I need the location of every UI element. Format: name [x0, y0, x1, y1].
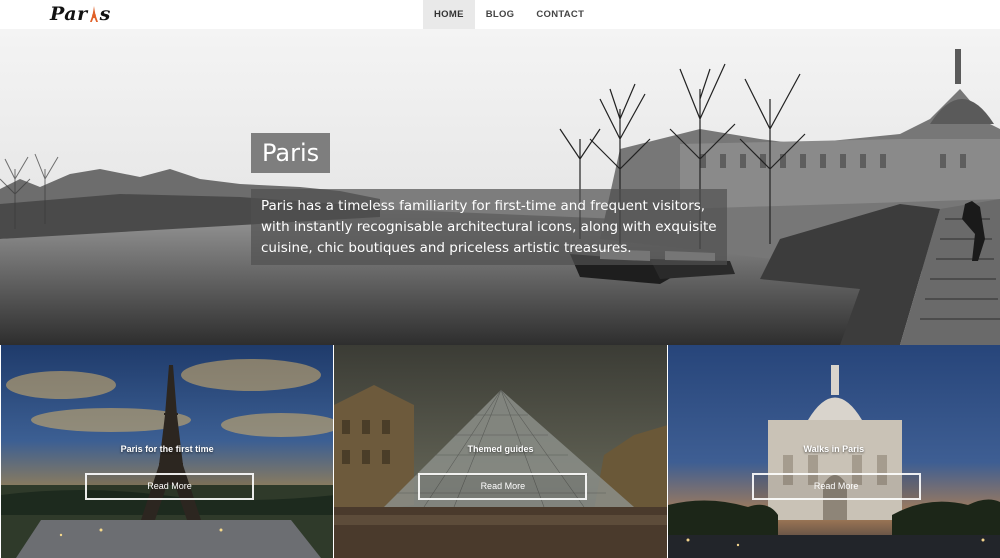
eiffel-tower-icon [89, 6, 98, 22]
logo-text-right: s [99, 3, 111, 25]
nav-blog[interactable]: BLOG [475, 0, 526, 29]
site-logo[interactable]: Par s [50, 2, 111, 26]
card-title: Walks in Paris [803, 444, 865, 454]
nav-contact[interactable]: CONTACT [525, 0, 595, 29]
read-more-button[interactable]: Read More [418, 473, 588, 500]
nav-home[interactable]: HOME [423, 0, 475, 29]
card-first-time[interactable]: Paris for the first time Read More [0, 345, 334, 558]
card-title: Paris for the first time [120, 444, 214, 454]
logo-text-left: Par [50, 3, 88, 25]
hero-title: Paris [262, 139, 320, 167]
card-themed-guides[interactable]: Themed guides Read More [333, 345, 667, 558]
read-more-button[interactable]: Read More [751, 473, 921, 500]
main-nav: HOME BLOG CONTACT [423, 0, 595, 29]
site-header: Par s HOME BLOG CONTACT [0, 0, 1000, 29]
card-title: Themed guides [467, 444, 534, 454]
hero-title-box: Paris [251, 133, 331, 173]
read-more-button[interactable]: Read More [85, 473, 254, 500]
hero-description-box: Paris has a timeless familiarity for fir… [251, 189, 727, 265]
feature-cards: Paris for the first time Read More Theme… [0, 345, 1000, 558]
hero-background-image [0, 29, 1000, 345]
hero-banner: Paris Paris has a timeless familiarity f… [0, 29, 1000, 345]
card-walks[interactable]: Walks in Paris Read More [666, 345, 1000, 558]
hero-description: Paris has a timeless familiarity for fir… [261, 198, 717, 256]
